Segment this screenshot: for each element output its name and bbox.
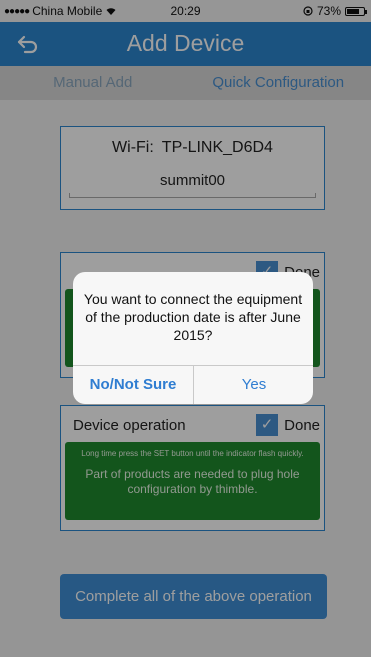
no-not-sure-button[interactable]: No/Not Sure bbox=[73, 366, 193, 404]
yes-button[interactable]: Yes bbox=[194, 366, 313, 404]
confirm-dialog: You want to connect the equipment of the… bbox=[73, 272, 313, 404]
dialog-message: You want to connect the equipment of the… bbox=[83, 291, 303, 343]
